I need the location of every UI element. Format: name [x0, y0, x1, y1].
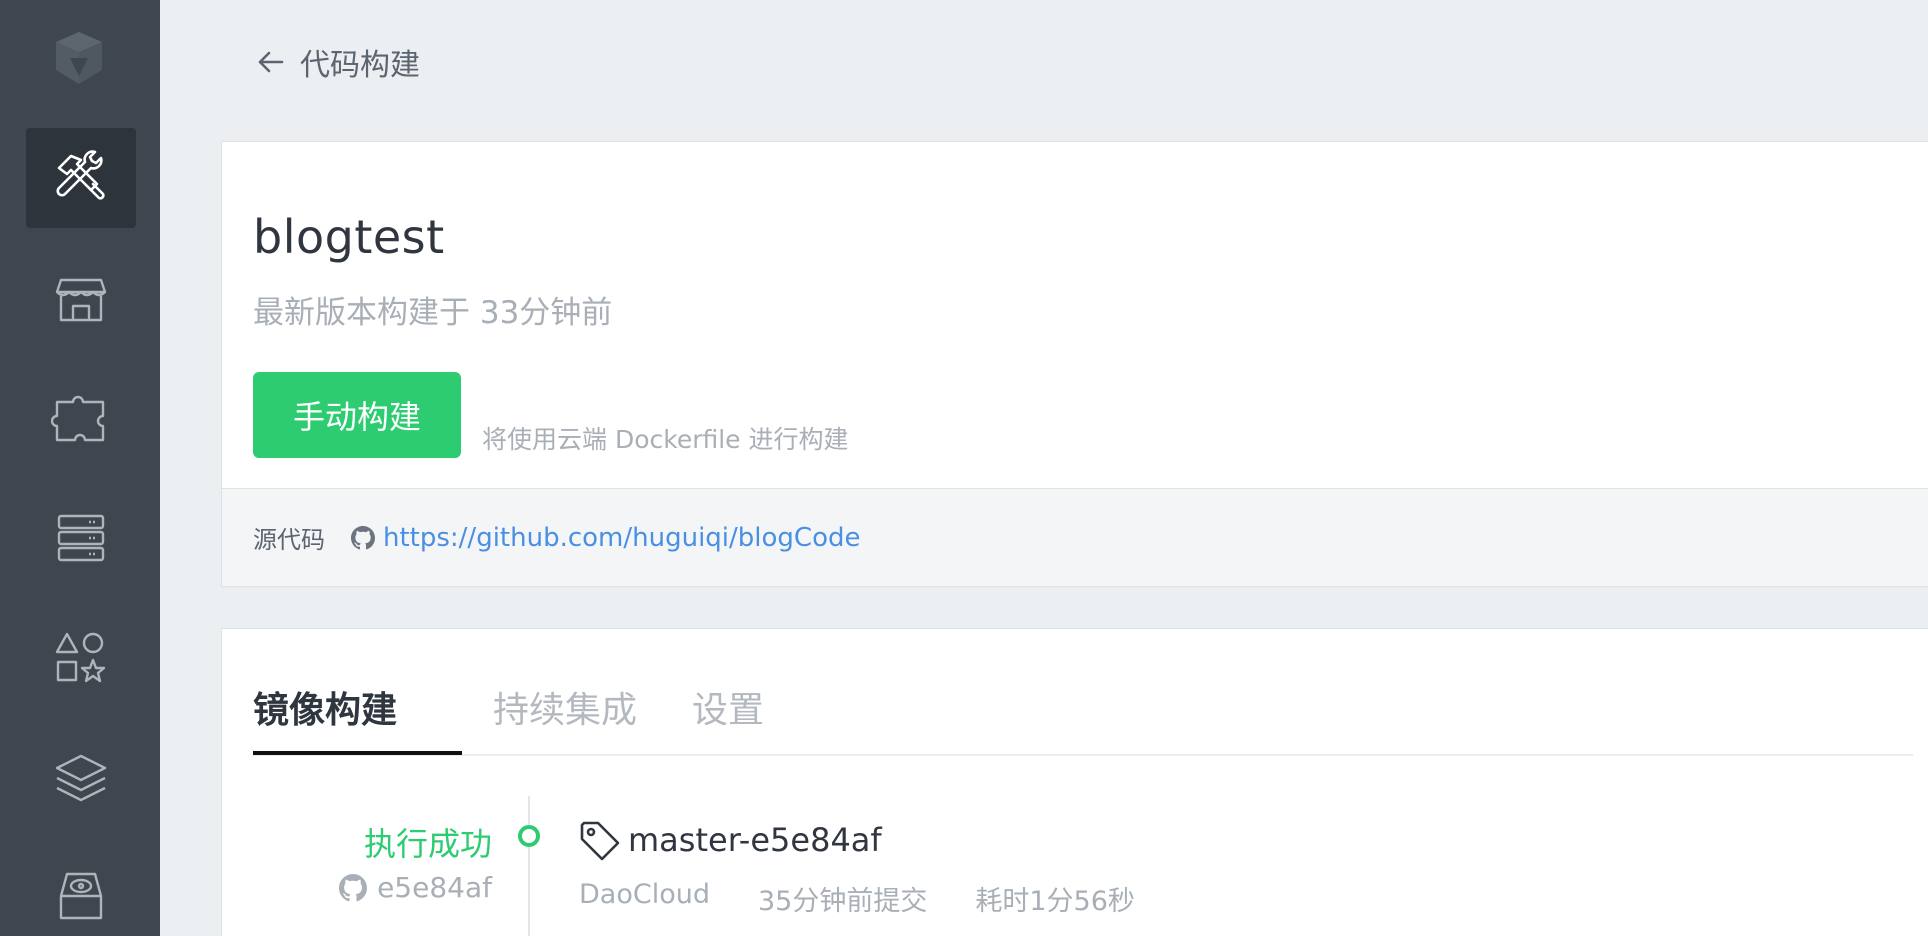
sidebar-item-build[interactable]	[26, 128, 136, 228]
active-tab-indicator	[253, 751, 462, 755]
timeline-line	[528, 796, 530, 936]
tag-icon	[580, 821, 620, 861]
tab-bar: 镜像构建 持续集成 设置	[253, 629, 1913, 756]
sidebar-item-apps[interactable]	[26, 608, 136, 708]
puzzle-icon	[51, 395, 105, 442]
page-title: blogtest	[253, 210, 445, 264]
source-repo-link[interactable]: https://github.com/huguiqi/blogCode	[383, 523, 860, 553]
build-tools-icon	[56, 150, 105, 200]
tab-image-build[interactable]: 镜像构建	[253, 681, 397, 733]
build-meta: DaoCloud 35分钟前提交 耗时1分56秒	[579, 879, 1183, 918]
build-status: 执行成功	[363, 825, 492, 863]
build-tag-label: master-e5e84af	[628, 821, 882, 859]
manual-build-button[interactable]: 手动构建	[253, 372, 461, 458]
layers-icon	[55, 754, 107, 802]
back-label: 代码构建	[300, 48, 420, 83]
app-info-card: blogtest 最新版本构建于 33分钟前 手动构建 将使用云端 Docker…	[221, 141, 1928, 587]
github-icon	[351, 525, 375, 549]
daocloud-logo-icon[interactable]	[50, 28, 108, 90]
tab-settings[interactable]: 设置	[692, 681, 764, 733]
builds-card: 镜像构建 持续集成 设置 执行成功 e5e84af master-e5e84af…	[221, 628, 1928, 936]
github-icon	[339, 873, 368, 901]
commit-time: 35分钟前提交	[757, 886, 928, 917]
source-label: 源代码	[253, 526, 325, 554]
sidebar-item-cluster[interactable]	[26, 488, 136, 588]
arrow-left-icon	[258, 51, 284, 73]
build-duration: 耗时1分56秒	[975, 886, 1135, 917]
build-hint: 将使用云端 Dockerfile 进行构建	[482, 425, 849, 454]
sidebar-item-store[interactable]	[26, 248, 136, 348]
last-build-time: 最新版本构建于 33分钟前	[253, 295, 613, 331]
back-link[interactable]: 代码构建	[254, 40, 420, 84]
status-dot	[518, 825, 540, 847]
store-icon	[55, 278, 107, 322]
server-icon	[57, 514, 105, 562]
builder-name: DaoCloud	[579, 879, 710, 910]
source-bar: 源代码 https://github.com/huguiqi/blogCode	[222, 488, 1928, 586]
sidebar-item-volumes[interactable]	[26, 846, 136, 936]
commit-hash-label: e5e84af	[377, 871, 492, 904]
tab-continuous-integration[interactable]: 持续集成	[493, 681, 637, 733]
disk-icon	[59, 872, 103, 920]
sidebar-item-layers[interactable]	[26, 728, 136, 828]
shapes-icon	[55, 632, 106, 683]
sidebar	[0, 0, 160, 936]
sidebar-item-services[interactable]	[26, 368, 136, 468]
build-tag-link[interactable]: master-e5e84af	[578, 819, 882, 861]
commit-hash[interactable]: e5e84af	[332, 871, 492, 904]
